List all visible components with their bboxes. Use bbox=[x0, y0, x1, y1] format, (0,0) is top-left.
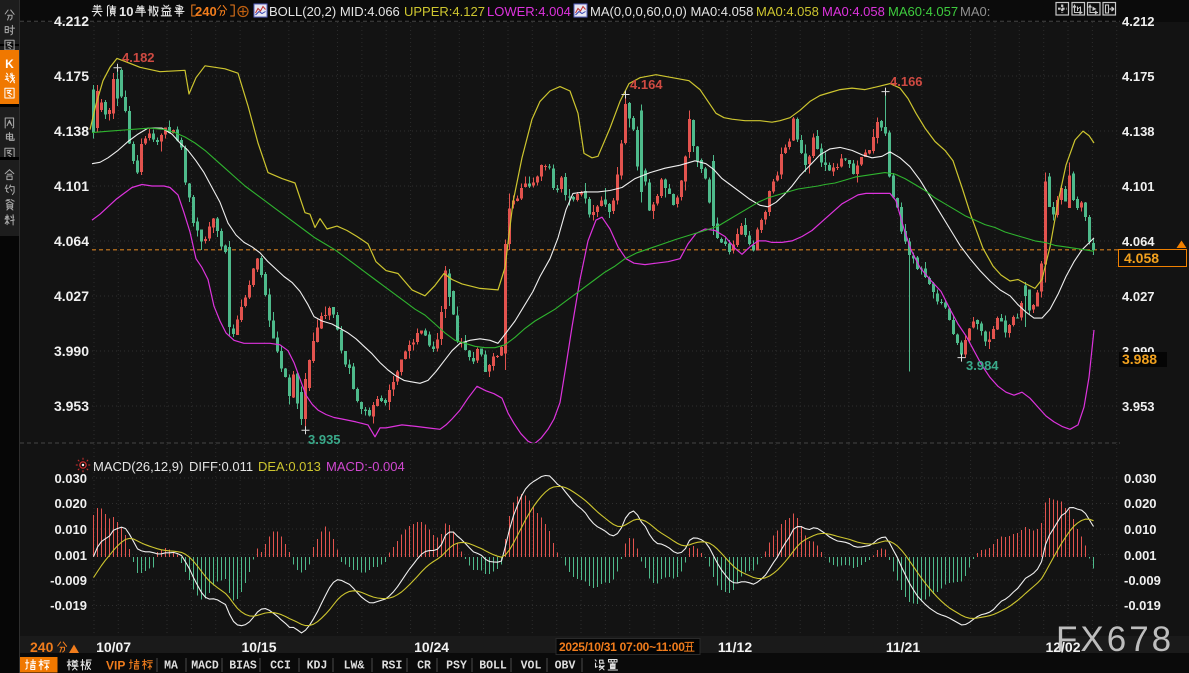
svg-text:3.990: 3.990 bbox=[54, 343, 89, 359]
svg-text:3.984: 3.984 bbox=[966, 358, 999, 373]
svg-text:10/07: 10/07 bbox=[96, 639, 131, 655]
svg-text:MA0:: MA0: bbox=[960, 4, 990, 19]
svg-text:CR: CR bbox=[417, 660, 431, 673]
svg-text:-0.009: -0.009 bbox=[1124, 573, 1161, 588]
svg-text:MA0:4.058: MA0:4.058 bbox=[822, 4, 885, 19]
svg-text:240: 240 bbox=[30, 639, 54, 655]
svg-text:4.175: 4.175 bbox=[1122, 69, 1155, 84]
svg-text:MACD: MACD bbox=[191, 660, 219, 673]
svg-text:0.030: 0.030 bbox=[54, 471, 87, 486]
svg-text:MA: MA bbox=[164, 660, 178, 673]
svg-text:11/12: 11/12 bbox=[718, 639, 752, 655]
svg-text:LW&: LW& bbox=[344, 660, 365, 673]
svg-text:4.166: 4.166 bbox=[890, 74, 923, 89]
svg-text:10/15: 10/15 bbox=[241, 639, 276, 655]
svg-text:BOLL: BOLL bbox=[479, 660, 507, 673]
svg-text:11/21: 11/21 bbox=[886, 639, 920, 655]
svg-text:FX678: FX678 bbox=[1056, 620, 1174, 659]
svg-text:3.953: 3.953 bbox=[1122, 399, 1155, 414]
svg-text:LOWER:4.004: LOWER:4.004 bbox=[487, 4, 571, 19]
svg-text:4.175: 4.175 bbox=[54, 68, 89, 84]
svg-text:MA(0,0,0,60,0,0) MA0:4.058: MA(0,0,0,60,0,0) MA0:4.058 bbox=[590, 4, 753, 19]
svg-text:KDJ: KDJ bbox=[307, 660, 328, 673]
svg-text:BIAS: BIAS bbox=[229, 660, 257, 673]
svg-text:BOLL(20,2) MID:4.066: BOLL(20,2) MID:4.066 bbox=[269, 4, 400, 19]
svg-text:4.164: 4.164 bbox=[630, 77, 663, 92]
svg-text:0.010: 0.010 bbox=[1124, 522, 1157, 537]
svg-text:4.138: 4.138 bbox=[54, 123, 89, 139]
svg-text:PSY: PSY bbox=[446, 660, 467, 673]
svg-text:VOL: VOL bbox=[521, 660, 542, 673]
svg-text:-0.009: -0.009 bbox=[50, 573, 87, 588]
svg-text:VIP: VIP bbox=[106, 659, 125, 673]
svg-text:3.935: 3.935 bbox=[308, 432, 341, 447]
svg-text:K: K bbox=[5, 57, 14, 71]
svg-text:0.030: 0.030 bbox=[1124, 471, 1157, 486]
svg-text:4.027: 4.027 bbox=[54, 288, 89, 304]
svg-text:4.212: 4.212 bbox=[54, 13, 89, 29]
svg-text:4.212: 4.212 bbox=[1122, 14, 1155, 29]
svg-text:4.064: 4.064 bbox=[54, 233, 89, 249]
svg-text:DIFF:0.011: DIFF:0.011 bbox=[189, 459, 253, 474]
svg-text:4.182: 4.182 bbox=[122, 50, 155, 65]
svg-text:0.020: 0.020 bbox=[1124, 496, 1157, 511]
svg-text:2025/10/31 07:00~11:00: 2025/10/31 07:00~11:00 bbox=[559, 640, 685, 654]
svg-text:OBV: OBV bbox=[555, 660, 576, 673]
svg-text:4.027: 4.027 bbox=[1122, 289, 1155, 304]
svg-text:CCI: CCI bbox=[270, 660, 291, 673]
svg-text:0.001: 0.001 bbox=[1124, 548, 1157, 563]
svg-text:3.953: 3.953 bbox=[54, 398, 89, 414]
svg-text:MA60:4.057: MA60:4.057 bbox=[888, 4, 958, 19]
svg-text:UPPER:4.127: UPPER:4.127 bbox=[404, 4, 485, 19]
svg-text:MA0:4.058: MA0:4.058 bbox=[756, 4, 819, 19]
svg-text:-0.019: -0.019 bbox=[50, 598, 87, 613]
svg-text:0.001: 0.001 bbox=[54, 548, 87, 563]
svg-text:4.101: 4.101 bbox=[1122, 179, 1155, 194]
svg-text:-0.019: -0.019 bbox=[1124, 598, 1161, 613]
svg-text:4.101: 4.101 bbox=[54, 178, 89, 194]
svg-text:MACD(26,12,9): MACD(26,12,9) bbox=[93, 459, 183, 474]
svg-text:4.058: 4.058 bbox=[1124, 250, 1159, 266]
svg-text:10/24: 10/24 bbox=[414, 639, 449, 655]
svg-text:MACD:-0.004: MACD:-0.004 bbox=[326, 459, 405, 474]
svg-text:RSI: RSI bbox=[382, 660, 403, 673]
svg-text:DEA:0.013: DEA:0.013 bbox=[258, 459, 321, 474]
svg-text:4.064: 4.064 bbox=[1122, 234, 1155, 249]
svg-text:240: 240 bbox=[195, 4, 217, 19]
svg-text:0.020: 0.020 bbox=[54, 496, 87, 511]
svg-text:4.138: 4.138 bbox=[1122, 124, 1155, 139]
svg-text:0.010: 0.010 bbox=[54, 522, 87, 537]
svg-text:3.988: 3.988 bbox=[1122, 351, 1157, 367]
svg-text:10: 10 bbox=[119, 4, 133, 19]
